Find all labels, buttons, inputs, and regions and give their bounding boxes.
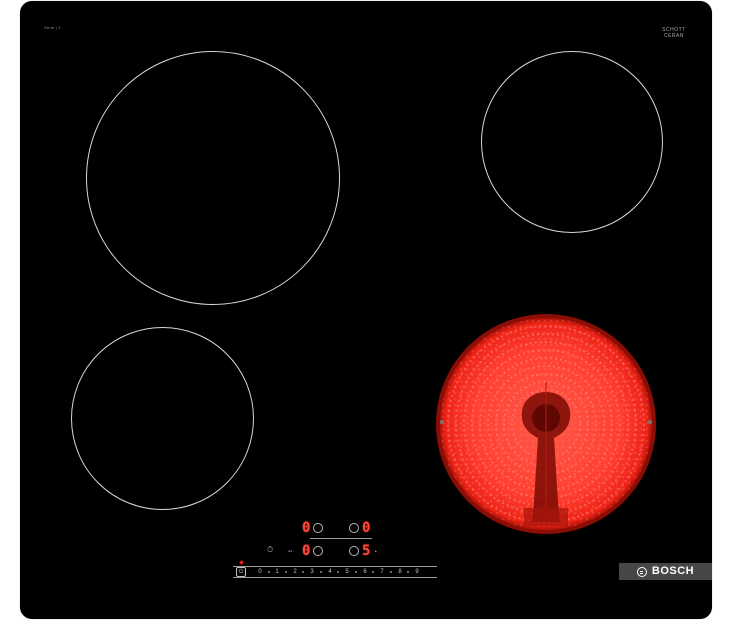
cooking-zone-front-left-large bbox=[86, 51, 340, 305]
power-icon[interactable]: ⏻ bbox=[236, 567, 246, 577]
power-level-6[interactable]: 6 bbox=[361, 569, 369, 575]
scale-dot bbox=[285, 571, 287, 573]
bosch-brand-badge: BOSCH bbox=[619, 563, 712, 580]
power-level-7[interactable]: 7 bbox=[378, 569, 386, 575]
power-level-0[interactable]: 0 bbox=[256, 569, 264, 575]
scale-dot bbox=[302, 571, 304, 573]
schott-line-2: CERAN bbox=[663, 33, 684, 39]
power-level-4[interactable]: 4 bbox=[326, 569, 334, 575]
cooking-zone-front-right-glowing bbox=[436, 314, 656, 534]
scale-dot bbox=[355, 571, 357, 573]
power-scale-bottom-line bbox=[233, 577, 437, 578]
scale-dot bbox=[320, 571, 322, 573]
display-front-left: 0 bbox=[302, 520, 311, 536]
zone-divider-line bbox=[310, 538, 372, 539]
hot-indicator-icon: ▲ bbox=[374, 549, 378, 553]
power-level-1[interactable]: 1 bbox=[273, 569, 281, 575]
model-text: Serie | 2 bbox=[44, 25, 61, 30]
select-zone-front-left-button[interactable] bbox=[313, 523, 323, 533]
scale-dot bbox=[268, 571, 270, 573]
display-rear-right: 0 bbox=[362, 520, 371, 536]
power-level-8[interactable]: 8 bbox=[396, 569, 404, 575]
power-level-3[interactable]: 3 bbox=[308, 569, 316, 575]
scale-dot bbox=[390, 571, 392, 573]
power-level-9[interactable]: 9 bbox=[413, 569, 421, 575]
scale-dot bbox=[407, 571, 409, 573]
scale-dot bbox=[372, 571, 374, 573]
power-level-2[interactable]: 2 bbox=[291, 569, 299, 575]
scale-dot bbox=[337, 571, 339, 573]
brand-name: BOSCH bbox=[651, 565, 695, 577]
select-zone-rear-right-button[interactable] bbox=[349, 523, 359, 533]
cooking-zone-front-left-small bbox=[71, 327, 254, 510]
cooking-zone-rear-right bbox=[481, 51, 663, 233]
display-front-right: 5 bbox=[362, 543, 371, 559]
power-scale-top-line bbox=[233, 566, 437, 567]
lock-icon[interactable]: ●● bbox=[288, 549, 292, 553]
power-indicator-led bbox=[240, 561, 243, 564]
bosch-armature-icon bbox=[636, 566, 647, 577]
select-zone-front-right-button[interactable] bbox=[349, 546, 359, 556]
select-zone-rear-left-button[interactable] bbox=[313, 546, 323, 556]
power-level-5[interactable]: 5 bbox=[343, 569, 351, 575]
product-photo: Serie | 2 SCHOTT CERAN 0 0 ⏱ ●● 0 5 ▲ ⏻ … bbox=[0, 0, 734, 620]
display-rear-left: 0 bbox=[302, 543, 311, 559]
timer-icon[interactable]: ⏱ bbox=[267, 546, 273, 554]
